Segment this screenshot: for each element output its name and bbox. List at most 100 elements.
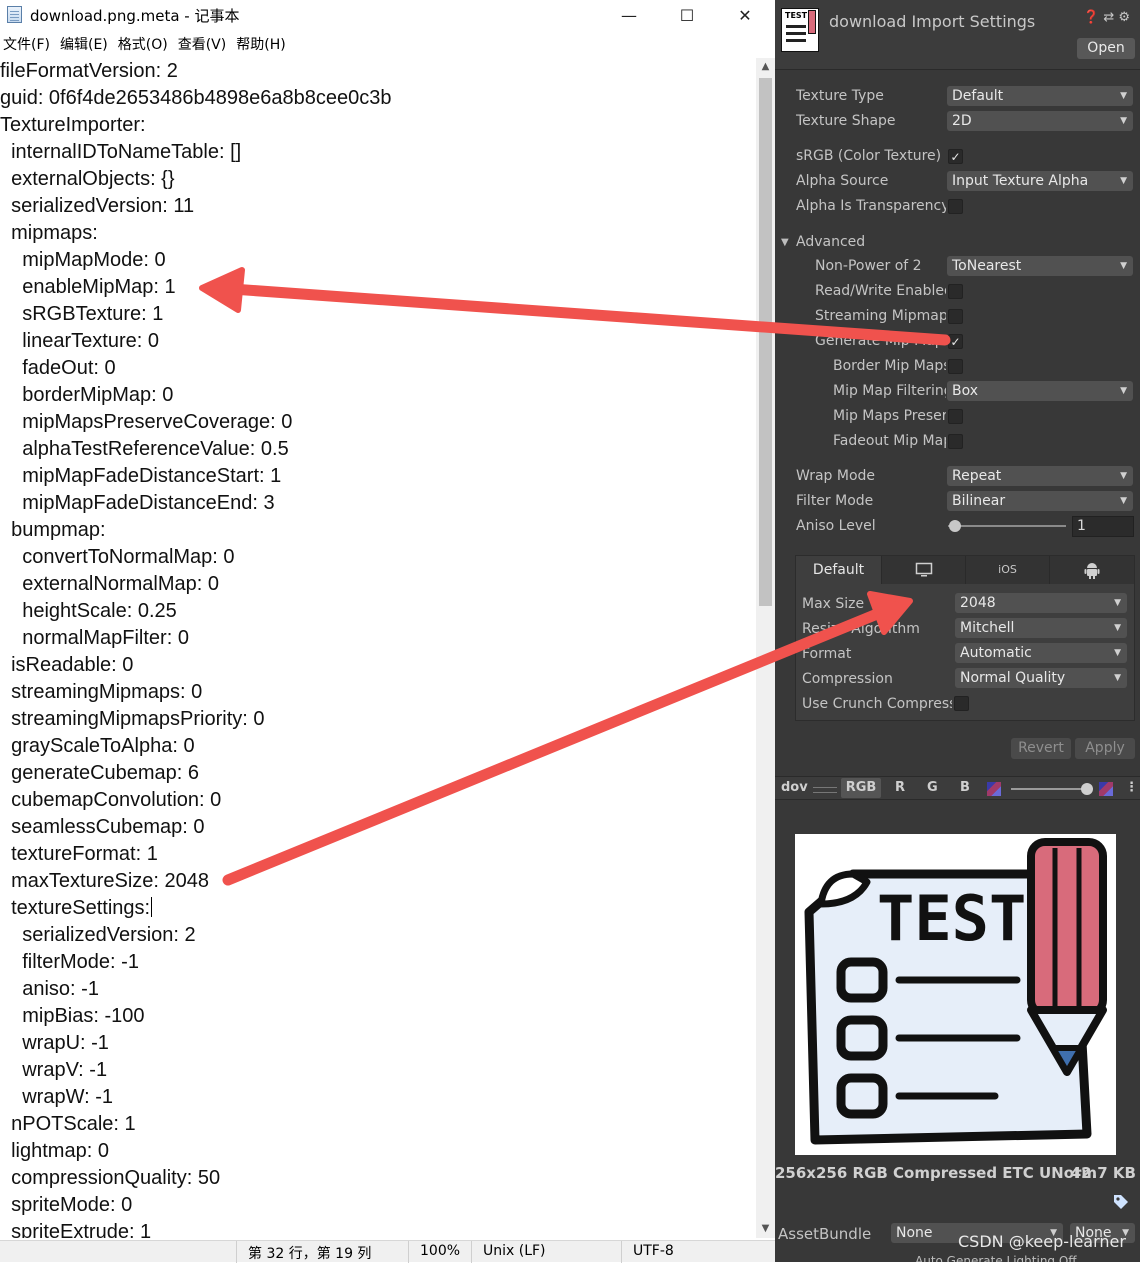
text-line: seamlessCubemap: 0: [0, 816, 205, 838]
text-line: fileFormatVersion: 2: [0, 60, 178, 82]
menu-format[interactable]: 格式(O): [115, 34, 175, 56]
channel-g-button[interactable]: G: [927, 780, 938, 795]
streaming-mipmaps-checkbox[interactable]: [948, 309, 963, 324]
header-icons[interactable]: ❓ ⇄ ⚙: [1083, 10, 1130, 25]
status-zoom: 100%: [420, 1243, 461, 1259]
maximize-button[interactable]: ☐: [658, 0, 716, 30]
channel-r-button[interactable]: R: [895, 780, 905, 795]
mipmaps-preserve-coverage-checkbox[interactable]: [948, 409, 963, 424]
text-line: serializedVersion: 2: [0, 924, 196, 946]
texture-preview: TEST: [795, 834, 1116, 1155]
text-editor[interactable]: fileFormatVersion: 2 guid: 0f6f4de2653486…: [0, 58, 756, 1238]
filter-mode-dropdown[interactable]: Bilinear ▼: [947, 491, 1133, 511]
menu-edit[interactable]: 编辑(E): [57, 34, 115, 56]
minimize-button[interactable]: —: [600, 0, 658, 30]
generate-mipmaps-checkbox[interactable]: ✓: [948, 334, 963, 349]
foldout-arrow-icon[interactable]: ▼: [781, 237, 789, 248]
crunch-compression-checkbox[interactable]: [954, 696, 969, 711]
scroll-up-arrow-icon[interactable]: ▲: [756, 58, 775, 76]
text-line: fadeOut: 0: [0, 357, 116, 379]
title-bar: download.png.meta - 记事本 — ☐ ✕: [0, 0, 775, 30]
read-write-checkbox[interactable]: [948, 284, 963, 299]
menu-file[interactable]: 文件(F): [0, 34, 57, 56]
alpha-is-transparency-label: Alpha Is Transparency: [796, 198, 946, 214]
alpha-source-dropdown[interactable]: Input Texture Alpha ▼: [947, 171, 1133, 191]
text-line: alphaTestReferenceValue: 0.5: [0, 438, 289, 460]
scroll-down-arrow-icon[interactable]: ▼: [756, 1220, 775, 1238]
mip-large-icon: [1099, 782, 1113, 796]
apply-button[interactable]: Apply: [1075, 738, 1135, 759]
text-line: heightScale: 0.25: [0, 600, 177, 622]
tab-standalone[interactable]: [882, 556, 966, 584]
scrollbar-thumb[interactable]: [759, 78, 772, 606]
text-line: internalIDToNameTable: []: [0, 141, 242, 163]
mip-level-slider-handle[interactable]: [1081, 783, 1093, 795]
advanced-foldout-label[interactable]: Advanced: [796, 234, 946, 250]
texture-shape-label: Texture Shape: [796, 113, 896, 129]
wrap-mode-dropdown[interactable]: Repeat ▼: [947, 466, 1133, 486]
aniso-level-label: Aniso Level: [796, 518, 876, 534]
compression-dropdown[interactable]: Normal Quality ▼: [955, 668, 1127, 688]
vertical-scrollbar[interactable]: ▲ ▼: [756, 58, 775, 1238]
alpha-is-transparency-checkbox[interactable]: [948, 199, 963, 214]
resize-algorithm-value: Mitchell: [960, 620, 1015, 636]
drag-handle-icon[interactable]: [813, 787, 837, 793]
dropdown-arrow-icon: ▼: [1114, 673, 1121, 683]
preview-menu-icon[interactable]: ⋮: [1125, 780, 1138, 795]
aniso-level-field[interactable]: 1: [1072, 516, 1134, 537]
help-settings-preset-icons[interactable]: ❓ ⇄ ⚙: [1083, 10, 1130, 25]
fadeout-mipmaps-label: Fadeout Mip Maps: [833, 433, 946, 449]
tab-android[interactable]: [1050, 556, 1134, 584]
close-button[interactable]: ✕: [716, 0, 774, 30]
texture-shape-dropdown[interactable]: 2D ▼: [947, 111, 1133, 131]
max-size-dropdown[interactable]: 2048 ▼: [955, 593, 1127, 613]
alpha-source-value: Input Texture Alpha: [952, 173, 1089, 189]
resize-algorithm-dropdown[interactable]: Mitchell ▼: [955, 618, 1127, 638]
dropdown-arrow-icon: ▼: [1120, 261, 1127, 271]
assetbundle-name-value: None: [896, 1225, 933, 1241]
tab-ios[interactable]: iOS: [966, 556, 1050, 584]
read-write-label: Read/Write Enabled: [815, 283, 946, 299]
aniso-slider-handle[interactable]: [949, 520, 962, 532]
channel-b-button[interactable]: B: [960, 780, 970, 795]
label-tag-icon[interactable]: [1110, 1193, 1132, 1213]
text-line: streamingMipmapsPriority: 0: [0, 708, 265, 730]
texture-type-label: Texture Type: [796, 88, 884, 104]
tab-default[interactable]: Default: [796, 556, 882, 584]
compression-label: Compression: [802, 671, 893, 687]
mipmap-filtering-dropdown[interactable]: Box ▼: [947, 381, 1133, 401]
dropdown-arrow-icon: ▼: [1120, 386, 1127, 396]
notepad-file-icon: [7, 6, 22, 23]
mip-level-slider-track[interactable]: [1011, 788, 1087, 790]
dropdown-arrow-icon: ▼: [1114, 598, 1121, 608]
open-button[interactable]: Open: [1077, 38, 1135, 59]
max-size-label: Max Size: [802, 596, 865, 612]
text-line: generateCubemap: 6: [0, 762, 200, 784]
lighting-status-text: Auto Generate Lighting Off: [915, 1254, 1077, 1262]
menu-help[interactable]: 帮助(H): [233, 34, 292, 56]
text-line: wrapW: -1: [0, 1086, 113, 1108]
aniso-slider-track[interactable]: [948, 525, 1066, 527]
non-power-of-2-dropdown[interactable]: ToNearest ▼: [947, 256, 1133, 276]
srgb-checkbox[interactable]: ✓: [948, 149, 963, 164]
text-line: textureFormat: 1: [0, 843, 158, 865]
status-divider: [236, 1241, 237, 1263]
compression-value: Normal Quality: [960, 670, 1066, 686]
status-bar: 第 32 行，第 19 列 100% Unix (LF) UTF-8: [0, 1240, 775, 1263]
border-mipmaps-checkbox[interactable]: [948, 359, 963, 374]
text-line: normalMapFilter: 0: [0, 627, 189, 649]
channel-rgb-button[interactable]: RGB: [841, 778, 881, 798]
texture-type-dropdown[interactable]: Default ▼: [947, 86, 1133, 106]
fadeout-mipmaps-checkbox[interactable]: [948, 434, 963, 449]
text-line: filterMode: -1: [0, 951, 139, 973]
menu-view[interactable]: 查看(V): [175, 34, 234, 56]
unity-inspector: TEST download Import Settings ❓ ⇄ ⚙ Open…: [775, 0, 1140, 1262]
format-dropdown[interactable]: Automatic ▼: [955, 643, 1127, 663]
pencil-icon: [808, 10, 816, 34]
revert-button[interactable]: Revert: [1011, 738, 1071, 759]
text-line: wrapV: -1: [0, 1059, 108, 1081]
text-line: nPOTScale: 1: [0, 1113, 136, 1135]
text-line: guid: 0f6f4de2653486b4898e6a8b8cee0c3b: [0, 87, 392, 109]
dropdown-arrow-icon: ▼: [1114, 648, 1121, 658]
dropdown-arrow-icon: ▼: [1120, 91, 1127, 101]
